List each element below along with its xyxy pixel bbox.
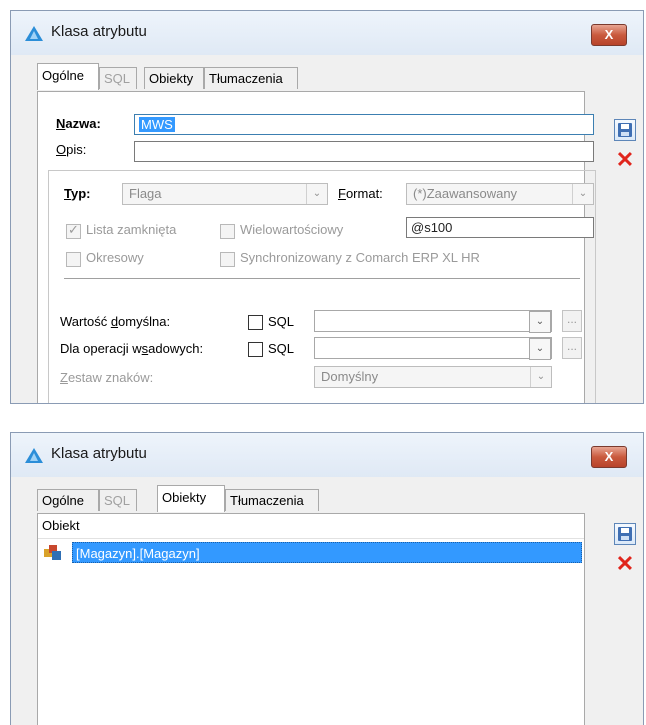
opis-label: Opis: xyxy=(56,142,87,157)
close-button[interactable]: X xyxy=(591,24,627,46)
nazwa-field[interactable]: MWS xyxy=(134,114,594,135)
tab-ogolne[interactable]: Ogólne xyxy=(37,63,99,90)
tab-ogolne[interactable]: Ogólne xyxy=(37,489,99,511)
zestaw-znakow-label: Zestaw znaków: xyxy=(60,370,154,385)
tab-tlumaczenia[interactable]: Tłumaczenia xyxy=(204,67,298,89)
divider xyxy=(64,278,580,279)
tab-sql[interactable]: SQL xyxy=(99,489,137,511)
object-icon xyxy=(44,545,62,561)
delete-icon: ✕ xyxy=(615,551,635,576)
chevron-down-icon: ⌄ xyxy=(529,311,551,333)
typ-label: Typ: xyxy=(64,186,91,201)
delete-button[interactable]: ✕ xyxy=(614,551,636,576)
attribute-class-dialog-general: Klasa atrybutu X Ogólne SQL Obiekty Tłum… xyxy=(10,10,644,404)
wartosc-sql-label: SQL xyxy=(268,314,295,329)
tab-obiekty[interactable]: Obiekty xyxy=(144,67,204,89)
dla-operacji-browse-button[interactable]: ... xyxy=(562,337,582,359)
close-button[interactable]: X xyxy=(591,446,627,468)
general-panel: Nazwa: MWS Opis: Typ: Flaga ⌄ Format: (*… xyxy=(37,91,596,403)
format-mask-field[interactable]: @s100 xyxy=(406,217,594,238)
chevron-down-icon: ⌄ xyxy=(529,338,551,360)
dla-operacji-select[interactable]: ⌄ xyxy=(314,337,552,360)
lista-zamknieta-checkbox[interactable]: ✓ xyxy=(66,222,81,239)
chevron-down-icon: ⌄ xyxy=(530,367,551,387)
wartosc-domyslna-browse-button[interactable]: ... xyxy=(562,310,582,332)
objects-panel: Obiekt [Magazyn].[Magazyn] xyxy=(37,513,585,725)
window-title: Klasa atrybutu xyxy=(51,445,147,462)
wielowartosciowy-checkbox[interactable] xyxy=(220,224,235,239)
save-icon xyxy=(618,527,632,541)
format-label: Format: xyxy=(338,186,383,201)
okresowy-checkbox[interactable] xyxy=(66,252,81,267)
dla-operacji-label: Dla operacji wsadowych: xyxy=(60,341,204,356)
tab-tlumaczenia[interactable]: Tłumaczenia xyxy=(225,489,319,511)
lista-zamknieta-label: Lista zamknięta xyxy=(86,222,177,237)
list-item[interactable]: [Magazyn].[Magazyn] xyxy=(42,542,582,564)
app-icon xyxy=(25,448,43,463)
opis-field[interactable] xyxy=(134,141,594,162)
nazwa-label: Nazwa: xyxy=(56,116,101,131)
delete-icon: ✕ xyxy=(615,147,635,172)
tab-sql[interactable]: SQL xyxy=(99,67,137,89)
tab-obiekty[interactable]: Obiekty xyxy=(157,485,225,512)
wartosc-sql-checkbox[interactable] xyxy=(248,315,263,330)
save-icon xyxy=(618,123,632,137)
title-bar: Klasa atrybutu X xyxy=(11,433,643,477)
synchronizowany-checkbox[interactable] xyxy=(220,252,235,267)
wartosc-domyslna-label: Wartość domyślna: xyxy=(60,314,171,329)
typ-select[interactable]: Flaga ⌄ xyxy=(122,183,328,205)
object-name: [Magazyn].[Magazyn] xyxy=(72,542,582,563)
chevron-down-icon: ⌄ xyxy=(572,184,593,204)
synchronizowany-label: Synchronizowany z Comarch ERP XL HR xyxy=(240,250,480,265)
wielowartosciowy-label: Wielowartościowy xyxy=(240,222,344,237)
format-select[interactable]: (*)Zaawansowany ⌄ xyxy=(406,183,594,205)
title-bar: Klasa atrybutu X xyxy=(11,11,643,55)
okresowy-label: Okresowy xyxy=(86,250,144,265)
column-header-obiekt[interactable]: Obiekt xyxy=(38,514,584,539)
chevron-down-icon: ⌄ xyxy=(306,184,327,204)
save-button[interactable] xyxy=(614,119,636,141)
window-title: Klasa atrybutu xyxy=(51,23,147,40)
zestaw-znakow-select[interactable]: Domyślny ⌄ xyxy=(314,366,552,388)
app-icon xyxy=(25,26,43,41)
delete-button[interactable]: ✕ xyxy=(614,147,636,172)
operacji-sql-checkbox[interactable] xyxy=(248,342,263,357)
operacji-sql-label: SQL xyxy=(268,341,295,356)
attribute-class-dialog-objects: Klasa atrybutu X Ogólne SQL Obiekty Tłum… xyxy=(10,432,644,725)
wartosc-domyslna-select[interactable]: ⌄ xyxy=(314,310,552,333)
save-button[interactable] xyxy=(614,523,636,545)
